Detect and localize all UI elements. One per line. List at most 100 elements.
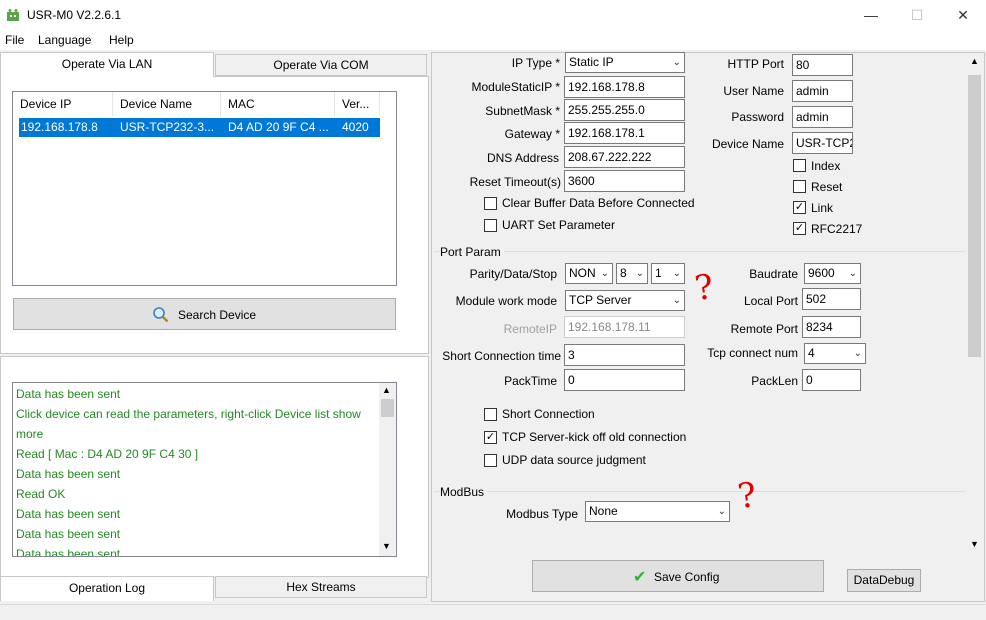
column-device-ip[interactable]: Device IP (13, 92, 113, 116)
remote-port-label: Remote Port (730, 322, 798, 336)
log-line: Data has been sent (16, 547, 121, 557)
ip-type-select[interactable]: Static IP ⌄ (565, 52, 685, 73)
subnet-mask-input[interactable]: 255.255.255.0 (564, 99, 685, 121)
scroll-thumb[interactable] (968, 75, 981, 357)
menu-help[interactable]: Help (109, 33, 134, 47)
short-connection-checkbox[interactable] (484, 408, 497, 421)
search-device-button[interactable]: Search Device (13, 298, 396, 330)
log-line: Read [ Mac : D4 AD 20 9F C4 30 ] (16, 447, 199, 461)
column-mac[interactable]: MAC (221, 92, 335, 116)
tab-operate-via-lan[interactable]: Operate Via LAN (0, 52, 214, 77)
packlen-label: PackLen (751, 374, 798, 388)
short-connection-label: Short Connection (502, 407, 595, 421)
search-icon (153, 307, 169, 323)
clear-buffer-checkbox[interactable] (484, 197, 497, 210)
cell-device-name: USR-TCP232-3... (120, 120, 215, 134)
work-mode-label: Module work mode (455, 294, 557, 308)
tcp-connect-num-label: Tcp connect num (707, 346, 798, 360)
tcp-connect-num-select[interactable]: 4 ⌄ (804, 343, 866, 364)
save-config-button[interactable]: ✔ Save Config (532, 560, 824, 592)
kick-off-old-connection-checkbox[interactable]: ✓ (484, 431, 497, 444)
gateway-input[interactable]: 192.168.178.1 (564, 122, 685, 144)
work-mode-value: TCP Server (569, 293, 632, 307)
link-label: Link (811, 201, 834, 215)
chevron-down-icon: ⌄ (853, 348, 862, 359)
gateway-label: Gateway * (504, 127, 560, 141)
dns-address-input[interactable]: 208.67.222.222 (564, 146, 685, 168)
config-scrollbar[interactable]: ▲ ▼ (966, 53, 983, 553)
checkmark-icon: ✔ (633, 569, 647, 586)
static-ip-input[interactable]: 192.168.178.8 (564, 76, 685, 98)
reset-timeout-input[interactable]: 3600 (564, 170, 685, 192)
cell-mac: D4 AD 20 9F C4 ... (228, 120, 329, 134)
remote-ip-input[interactable]: 192.168.178.11 (564, 316, 685, 338)
packlen-input[interactable]: 0 (802, 369, 861, 391)
subnet-mask-label: SubnetMask * (485, 104, 560, 118)
scroll-down-icon[interactable]: ▼ (382, 541, 391, 551)
work-mode-select[interactable]: TCP Server ⌄ (565, 290, 685, 311)
packtime-input[interactable]: 0 (564, 369, 685, 391)
status-bar (0, 604, 986, 620)
link-checkbox[interactable]: ✓ (793, 201, 806, 214)
http-port-label: HTTP Port (727, 57, 784, 71)
tab-hex-streams[interactable]: Hex Streams (215, 576, 427, 598)
stop-bits-select[interactable]: 1 ⌄ (651, 263, 685, 284)
udp-judgment-label: UDP data source judgment (502, 453, 646, 467)
baudrate-select[interactable]: 9600 ⌄ (804, 263, 861, 284)
rfc2217-checkbox[interactable]: ✓ (793, 222, 806, 235)
local-port-input[interactable]: 502 (802, 288, 861, 310)
search-device-label: Search Device (178, 308, 257, 322)
menu-language[interactable]: Language (38, 33, 91, 47)
table-row[interactable]: 192.168.178.8 USR-TCP232-3... D4 AD 20 9… (19, 118, 380, 137)
udp-judgment-checkbox[interactable] (484, 454, 497, 467)
log-line: Click device can read the parameters, ri… (16, 407, 361, 421)
log-line: more (16, 427, 44, 441)
menu-file[interactable]: File (5, 33, 24, 47)
uart-set-checkbox[interactable] (484, 219, 497, 232)
scroll-up-icon[interactable]: ▲ (970, 56, 979, 66)
password-input[interactable]: admin (792, 106, 853, 128)
modbus-divider (434, 491, 965, 492)
log-line: Read OK (16, 487, 66, 501)
parity-select[interactable]: NON ⌄ (565, 263, 613, 284)
index-checkbox[interactable] (793, 159, 806, 172)
menu-bar (0, 30, 986, 50)
clear-buffer-label: Clear Buffer Data Before Connected (502, 196, 695, 210)
operation-log[interactable]: Data has been sent Click device can read… (12, 382, 397, 557)
device-list[interactable]: Device IP Device Name MAC Ver... 192.168… (12, 91, 397, 286)
modbus-type-label: Modbus Type (506, 507, 578, 521)
modbus-type-select[interactable]: None ⌄ (585, 501, 730, 522)
tab-operate-via-com[interactable]: Operate Via COM (215, 54, 427, 76)
data-bits-select[interactable]: 8 ⌄ (616, 263, 648, 284)
parity-value: NON (569, 266, 596, 280)
cell-version: 4020 (342, 120, 369, 134)
data-debug-button[interactable]: DataDebug (847, 569, 921, 592)
device-name-input[interactable]: USR-TCP2 (792, 132, 853, 154)
minimize-button[interactable]: — (848, 0, 894, 30)
kick-off-old-connection-label: TCP Server-kick off old connection (502, 430, 687, 444)
column-version[interactable]: Ver... (335, 92, 380, 116)
short-connection-time-label: Short Connection time (442, 349, 561, 363)
column-device-name[interactable]: Device Name (113, 92, 221, 116)
reset-checkbox[interactable] (793, 180, 806, 193)
chevron-down-icon: ⌄ (717, 506, 726, 517)
tab-operation-log[interactable]: Operation Log (0, 576, 214, 601)
remote-port-input[interactable]: 8234 (802, 316, 861, 338)
remote-ip-label: RemoteIP (503, 322, 557, 336)
scroll-thumb[interactable] (381, 399, 394, 417)
maximize-button[interactable]: ☐ (894, 0, 940, 30)
close-button[interactable]: ✕ (940, 0, 986, 30)
scroll-up-icon[interactable]: ▲ (382, 385, 391, 395)
short-connection-time-input[interactable]: 3 (564, 344, 685, 366)
chevron-down-icon: ⌄ (848, 268, 857, 279)
log-line: Data has been sent (16, 467, 121, 481)
user-name-input[interactable]: admin (792, 80, 853, 102)
log-scrollbar[interactable]: ▲ ▼ (379, 383, 396, 556)
scroll-down-icon[interactable]: ▼ (970, 539, 979, 549)
port-param-divider (434, 251, 965, 252)
http-port-input[interactable]: 80 (792, 54, 853, 76)
ip-type-value: Static IP (569, 55, 614, 69)
user-name-label: User Name (723, 84, 784, 98)
rfc2217-label: RFC2217 (811, 222, 863, 236)
log-line: Data has been sent (16, 527, 121, 541)
